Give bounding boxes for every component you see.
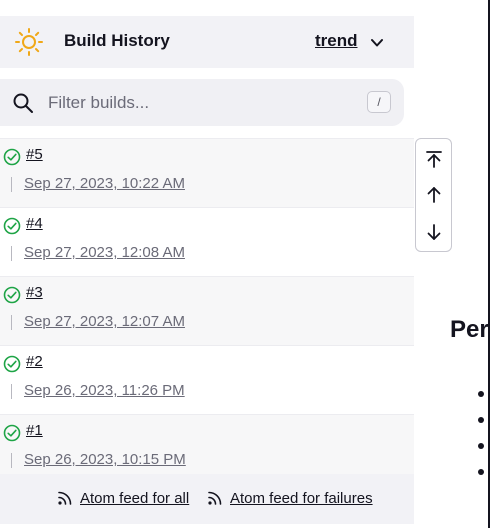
build-date-link[interactable]: Sep 26, 2023, 10:15 PM xyxy=(24,451,186,468)
scroll-up-button[interactable] xyxy=(416,177,451,213)
timeline-line xyxy=(11,453,12,468)
build-history-panel: Build History trend / #5 Sep 27, 2023, 1… xyxy=(0,16,414,524)
success-check-icon xyxy=(3,217,21,235)
atom-feed-all-link[interactable]: Atom feed for all xyxy=(56,489,189,507)
timeline-line xyxy=(11,246,12,261)
build-date-link[interactable]: Sep 26, 2023, 11:26 PM xyxy=(24,382,185,399)
build-row: #2 Sep 26, 2023, 11:26 PM xyxy=(0,345,414,414)
scroll-down-button[interactable] xyxy=(416,214,451,250)
arrow-down-icon xyxy=(427,224,440,240)
build-row: #1 Sep 26, 2023, 10:15 PM xyxy=(0,414,414,483)
scroll-to-top-icon xyxy=(425,151,442,168)
filter-builds-input[interactable] xyxy=(46,89,350,117)
atom-feed-all-label: Atom feed for all xyxy=(80,489,190,507)
feeds-footer: Atom feed for all Atom feed for failures xyxy=(0,474,414,524)
success-check-icon xyxy=(3,286,21,304)
list-bullet xyxy=(478,469,484,475)
atom-feed-failures-link[interactable]: Atom feed for failures xyxy=(206,489,373,507)
success-check-icon xyxy=(3,148,21,166)
build-row: #4 Sep 27, 2023, 12:08 AM xyxy=(0,207,414,276)
timeline-line xyxy=(11,384,12,399)
atom-feed-failures-label: Atom feed for failures xyxy=(230,489,373,507)
list-bullet xyxy=(478,417,484,423)
scroll-navigation xyxy=(415,138,452,252)
build-number-link[interactable]: #4 xyxy=(26,215,43,232)
build-number-link[interactable]: #5 xyxy=(26,146,43,163)
build-list: #5 Sep 27, 2023, 10:22 AM #4 Sep 27, 202… xyxy=(0,138,414,483)
build-number-link[interactable]: #3 xyxy=(26,284,43,301)
main-section-heading: Per xyxy=(450,316,489,343)
rss-icon xyxy=(58,491,72,505)
sun-icon xyxy=(15,28,43,56)
build-date-link[interactable]: Sep 27, 2023, 12:07 AM xyxy=(24,313,185,330)
list-bullet xyxy=(478,391,484,397)
build-row: #5 Sep 27, 2023, 10:22 AM xyxy=(0,138,414,207)
build-row: #3 Sep 27, 2023, 12:07 AM xyxy=(0,276,414,345)
arrow-up-icon xyxy=(427,187,440,203)
timeline-line xyxy=(11,315,12,330)
build-date-link[interactable]: Sep 27, 2023, 12:08 AM xyxy=(24,244,185,261)
build-date-link[interactable]: Sep 27, 2023, 10:22 AM xyxy=(24,175,185,192)
rss-icon xyxy=(208,491,222,505)
filter-box: / xyxy=(0,79,404,126)
success-check-icon xyxy=(3,424,21,442)
success-check-icon xyxy=(3,355,21,373)
scroll-to-top-button[interactable] xyxy=(416,141,451,177)
build-number-link[interactable]: #2 xyxy=(26,353,43,370)
search-icon xyxy=(13,93,33,113)
list-bullet xyxy=(478,443,484,449)
panel-title: Build History xyxy=(64,31,170,50)
build-number-link[interactable]: #1 xyxy=(26,422,43,439)
build-history-header: Build History trend xyxy=(0,16,414,68)
trend-link[interactable]: trend xyxy=(315,31,358,51)
chevron-down-icon[interactable] xyxy=(370,36,384,50)
timeline-line xyxy=(11,177,12,192)
keyboard-shortcut-hint: / xyxy=(367,91,391,113)
